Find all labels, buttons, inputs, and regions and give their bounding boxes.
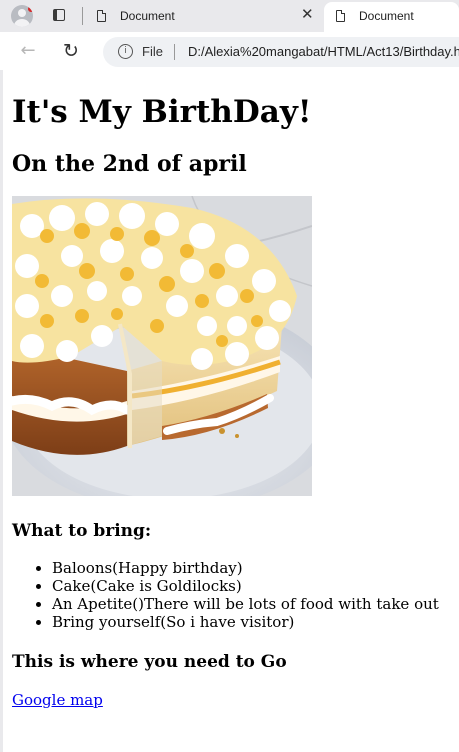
document-icon <box>336 10 345 22</box>
tab-divider <box>82 7 83 25</box>
cake-image <box>12 196 312 496</box>
directions-heading: This is where you need to Go <box>12 652 287 672</box>
list-item: Baloons(Happy birthday) <box>52 559 439 577</box>
address-divider <box>174 44 175 60</box>
back-arrow-icon[interactable]: ← <box>17 40 39 62</box>
tab-document-1[interactable]: Document ✕ <box>88 0 321 32</box>
list-item: An Apetite()There will be lots of food w… <box>52 595 439 613</box>
profile-avatar-icon[interactable] <box>11 5 33 27</box>
address-bar[interactable]: i File D:/Alexia%20mangabat/HTML/Act13/B… <box>103 37 459 67</box>
url-text[interactable]: D:/Alexia%20mangabat/HTML/Act13/Birthday… <box>188 44 459 59</box>
scheme-label: File <box>142 44 163 59</box>
google-map-link[interactable]: Google map <box>12 691 103 709</box>
notification-dot <box>28 6 33 12</box>
tab-title: Document <box>359 9 414 23</box>
vertical-tabs-icon[interactable] <box>53 9 65 21</box>
reload-icon[interactable]: ↻ <box>60 40 82 62</box>
list-item: Bring yourself(So i have visitor) <box>52 613 439 631</box>
what-to-bring-heading: What to bring: <box>12 521 152 541</box>
page-title: It's My BirthDay! <box>12 94 312 130</box>
bring-list: Baloons(Happy birthday) Cake(Cake is Gol… <box>12 559 439 631</box>
list-item: Cake(Cake is Goldilocks) <box>52 577 439 595</box>
tab-title: Document <box>120 9 175 23</box>
close-tab-icon[interactable]: ✕ <box>301 7 314 22</box>
document-icon <box>97 10 106 22</box>
info-icon[interactable]: i <box>118 44 133 59</box>
browser-toolbar: ← ↻ i File D:/Alexia%20mangabat/HTML/Act… <box>0 32 459 70</box>
page-subtitle: On the 2nd of april <box>12 151 247 177</box>
tab-strip: Document ✕ Document <box>0 0 459 32</box>
tab-document-2[interactable]: Document <box>324 2 459 32</box>
